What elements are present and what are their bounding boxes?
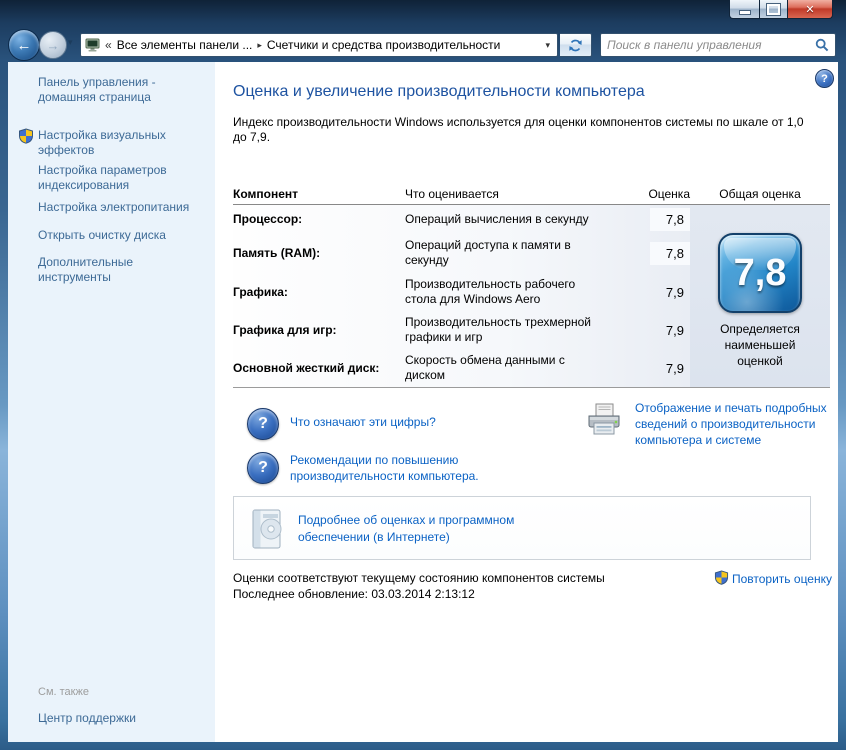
performance-table: Процессор: Операций вычисления в секунду… <box>233 205 830 388</box>
sidebar-item-label: Дополнительные инструменты <box>38 255 133 284</box>
sidebar-item-home[interactable]: Панель управления - домашняя страница <box>38 75 208 105</box>
breadcrumb-current[interactable]: Счетчики и средства производительности <box>267 38 500 52</box>
search-box <box>600 33 836 57</box>
component-desc: Производительность трехмерной графики и … <box>405 315 591 344</box>
question-glyph: ? <box>258 415 268 432</box>
sidebar-item-power-settings[interactable]: Настройка электропитания <box>38 200 208 215</box>
question-glyph: ? <box>258 459 268 476</box>
title-bar: ✕ <box>0 0 846 28</box>
close-button[interactable]: ✕ <box>788 0 833 19</box>
sidebar-item-label: Настройка параметров индексирования <box>38 163 167 192</box>
table-row: Графика: Производительность рабочего сто… <box>233 273 690 311</box>
sidebar: Панель управления - домашняя страница На… <box>8 62 215 742</box>
table-header: Компонент Что оценивается Оценка Общая о… <box>233 183 830 205</box>
breadcrumb-separator-icon: ▸ <box>257 39 262 50</box>
control-panel-icon <box>85 38 100 52</box>
window-controls: ✕ <box>729 0 833 19</box>
component-desc: Скорость обмена данными с диском <box>405 353 565 382</box>
rerun-assessment-link[interactable]: Повторить оценку <box>714 570 832 588</box>
address-bar[interactable]: « Все элементы панели ... ▸ Счетчики и с… <box>80 33 558 57</box>
see-also-header: См. также <box>38 686 89 698</box>
back-button[interactable]: ← <box>8 29 40 61</box>
base-score-value: 7,8 <box>733 251 787 294</box>
maximize-icon <box>766 2 781 16</box>
question-circle-icon: ? <box>247 408 279 440</box>
question-circle-icon: ? <box>247 452 279 484</box>
component-name: Процессор: <box>233 212 303 226</box>
printer-icon <box>585 403 623 440</box>
component-score: 7,9 <box>665 360 684 376</box>
status-line: Оценки соответствуют текущему состоянию … <box>233 571 605 585</box>
sidebar-item-visual-effects[interactable]: Настройка визуальных эффектов <box>19 128 208 158</box>
help-icon[interactable]: ? <box>815 69 834 88</box>
minimize-button[interactable] <box>729 0 759 19</box>
table-row: Графика для игр: Производительность трех… <box>233 311 690 349</box>
sidebar-item-disk-cleanup[interactable]: Открыть очистку диска <box>38 228 208 243</box>
column-header-base-score: Общая оценка <box>719 186 801 201</box>
component-desc: Операций вычисления в секунду <box>405 211 589 226</box>
what-numbers-mean-link[interactable]: Что означают эти цифры? <box>290 414 436 430</box>
learn-more-online-link[interactable]: Подробнее об оценках и программном обесп… <box>298 512 514 546</box>
component-score: 7,8 <box>645 241 690 265</box>
close-icon: ✕ <box>805 3 815 16</box>
search-icon[interactable] <box>815 38 835 52</box>
breadcrumb-all-items[interactable]: Все элементы панели ... <box>117 38 253 52</box>
forward-button[interactable]: → <box>39 31 67 59</box>
sidebar-item-action-center[interactable]: Центр поддержки <box>38 711 136 726</box>
performance-tips-link[interactable]: Рекомендации по повышению производительн… <box>290 452 479 484</box>
component-name: Графика: <box>233 285 288 299</box>
component-name: Графика для игр: <box>233 323 337 337</box>
base-score-caption: Определяется наименьшей оценкой <box>720 322 800 368</box>
component-score: 7,9 <box>665 284 684 300</box>
uac-shield-icon <box>18 128 34 147</box>
sidebar-item-label: Открыть очистку диска <box>38 228 166 242</box>
breadcrumb-overflow-button[interactable]: « <box>105 38 112 52</box>
component-name: Память (RAM): <box>233 246 321 260</box>
column-header-what-is-rated: Что оценивается <box>405 186 499 201</box>
intro-text: Индекс производительности Windows исполь… <box>233 115 804 144</box>
column-header-subscore: Оценка <box>648 186 690 201</box>
table-rows: Процессор: Операций вычисления в секунду… <box>233 205 690 387</box>
maximize-button[interactable] <box>759 0 788 19</box>
page-title: Оценка и увеличение производительности к… <box>233 83 645 100</box>
component-name: Основной жесткий диск: <box>233 361 380 375</box>
sidebar-item-label: Настройка электропитания <box>38 200 190 214</box>
sidebar-item-indexing-options[interactable]: Настройка параметров индексирования <box>38 163 208 193</box>
column-header-component: Компонент <box>233 186 298 201</box>
main-content: ? Оценка и увеличение производительности… <box>215 62 838 742</box>
navigation-bar: ← → ▾ « Все элементы панели ... ▸ Счетчи… <box>0 28 846 62</box>
table-row: Память (RAM): Операций доступа к памяти … <box>233 233 690 273</box>
uac-shield-icon <box>714 570 729 588</box>
last-update-line: Последнее обновление: 03.03.2014 2:13:12 <box>233 587 475 601</box>
base-score-badge: 7,8 <box>718 233 802 313</box>
sidebar-item-advanced-tools[interactable]: Дополнительные инструменты <box>38 255 208 285</box>
sidebar-item-label: Настройка визуальных эффектов <box>38 128 166 157</box>
online-info-box: Подробнее об оценках и программном обесп… <box>233 496 811 560</box>
component-score: 7,8 <box>645 207 690 231</box>
search-input[interactable] <box>601 38 815 52</box>
component-desc: Производительность рабочего стола для Wi… <box>405 277 576 306</box>
address-dropdown-icon[interactable]: ▾ <box>542 40 553 51</box>
rerun-assessment-label: Повторить оценку <box>731 572 832 586</box>
refresh-button[interactable] <box>560 33 592 57</box>
window: ✕ ← → ▾ « Все элементы панели ... ▸ Счет… <box>0 0 846 750</box>
table-row: Основной жесткий диск: Скорость обмена д… <box>233 349 690 387</box>
table-row: Процессор: Операций вычисления в секунду… <box>233 205 690 233</box>
back-icon: ← <box>16 36 32 54</box>
refresh-icon <box>569 39 582 51</box>
component-desc: Операций доступа к памяти в секунду <box>405 238 571 267</box>
forward-icon: → <box>46 37 60 53</box>
base-score-panel: 7,8 Определяется наименьшей оценкой <box>690 205 830 387</box>
print-details-link[interactable]: Отображение и печать подробных сведений … <box>635 400 846 448</box>
software-box-icon <box>246 506 288 555</box>
recent-pages-dropdown[interactable]: ▾ <box>68 37 73 48</box>
help-glyph: ? <box>821 72 828 85</box>
minimize-icon <box>738 9 751 15</box>
component-score: 7,9 <box>665 322 684 338</box>
